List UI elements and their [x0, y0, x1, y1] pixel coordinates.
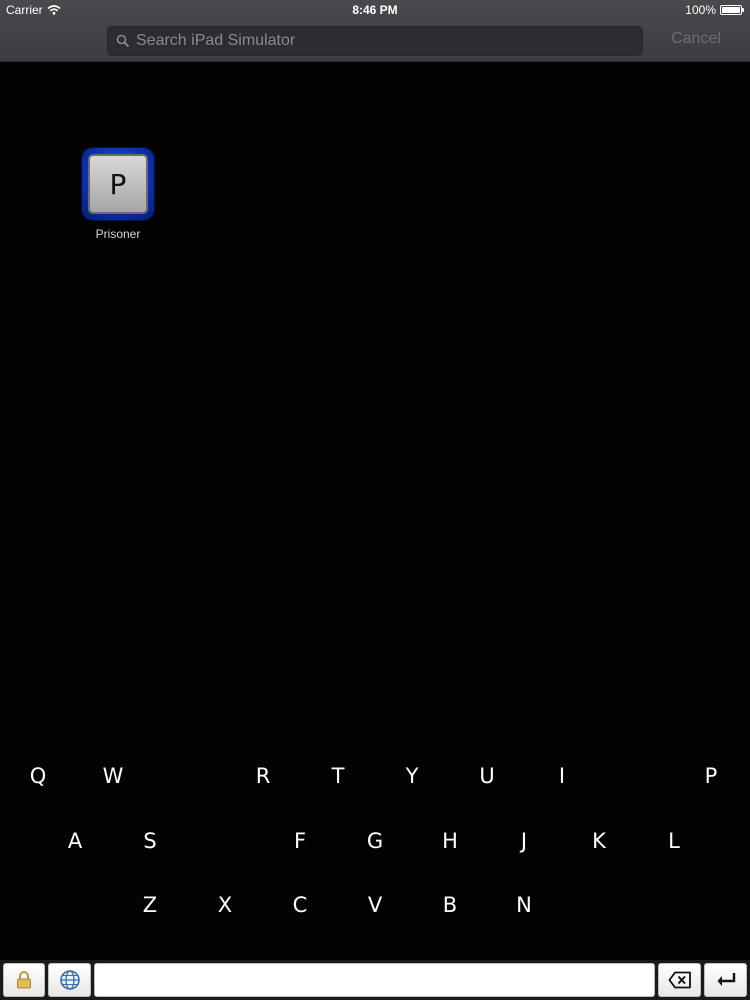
- key-i[interactable]: I: [542, 759, 582, 793]
- keyboard-row-1: Q W R T Y U I P: [0, 759, 750, 793]
- battery-percent: 100%: [685, 3, 716, 17]
- key-c[interactable]: C: [280, 888, 320, 922]
- key-u[interactable]: U: [467, 759, 507, 793]
- search-input[interactable]: [136, 32, 636, 50]
- app-icon-letter: P: [88, 154, 148, 214]
- delete-button[interactable]: [658, 963, 701, 997]
- key-b[interactable]: B: [430, 888, 470, 922]
- globe-icon: [59, 970, 80, 990]
- key-a[interactable]: A: [55, 824, 95, 858]
- keyboard-text-field[interactable]: [94, 963, 655, 997]
- return-button[interactable]: [704, 963, 747, 997]
- ipad-screen: Carrier 8:46 PM 100% Cancel P: [0, 0, 750, 1000]
- keyboard-text-input[interactable]: [95, 964, 654, 996]
- app-prisoner[interactable]: P Prisoner: [76, 147, 160, 247]
- key-y[interactable]: Y: [392, 759, 432, 793]
- search-field[interactable]: [107, 26, 643, 56]
- key-h[interactable]: H: [430, 824, 470, 858]
- key-s[interactable]: S: [130, 824, 170, 858]
- key-n[interactable]: N: [504, 888, 544, 922]
- search-icon: [116, 34, 130, 48]
- key-j[interactable]: J: [504, 824, 544, 858]
- battery-icon: [720, 5, 744, 15]
- keyboard-row-2: A S F G H J K L: [0, 824, 750, 858]
- key-r[interactable]: R: [243, 759, 283, 793]
- key-g[interactable]: G: [355, 824, 395, 858]
- key-t[interactable]: T: [318, 759, 358, 793]
- lock-icon: [17, 971, 31, 989]
- prisoner-app-icon: P: [81, 147, 155, 221]
- delete-backspace-icon: [668, 971, 691, 989]
- key-l[interactable]: L: [654, 824, 694, 858]
- return-icon: [717, 973, 735, 986]
- globe-button[interactable]: [48, 963, 91, 997]
- key-q[interactable]: Q: [18, 759, 58, 793]
- key-f[interactable]: F: [280, 824, 320, 858]
- key-k[interactable]: K: [579, 824, 619, 858]
- key-x[interactable]: X: [205, 888, 245, 922]
- app-label: Prisoner: [95, 227, 141, 241]
- top-bar: Carrier 8:46 PM 100% Cancel: [0, 0, 750, 62]
- key-w[interactable]: W: [93, 759, 133, 793]
- lock-button[interactable]: [3, 963, 45, 997]
- key-v[interactable]: V: [355, 888, 395, 922]
- battery-level-fill: [722, 7, 740, 13]
- battery-status: 100%: [685, 3, 744, 17]
- clock: 8:46 PM: [352, 3, 398, 17]
- bottom-toolbar: [0, 960, 750, 1000]
- key-z[interactable]: Z: [130, 888, 170, 922]
- key-p[interactable]: P: [691, 759, 731, 793]
- keyboard-row-3: Z X C V B N: [0, 888, 750, 922]
- cancel-button[interactable]: Cancel: [660, 30, 732, 52]
